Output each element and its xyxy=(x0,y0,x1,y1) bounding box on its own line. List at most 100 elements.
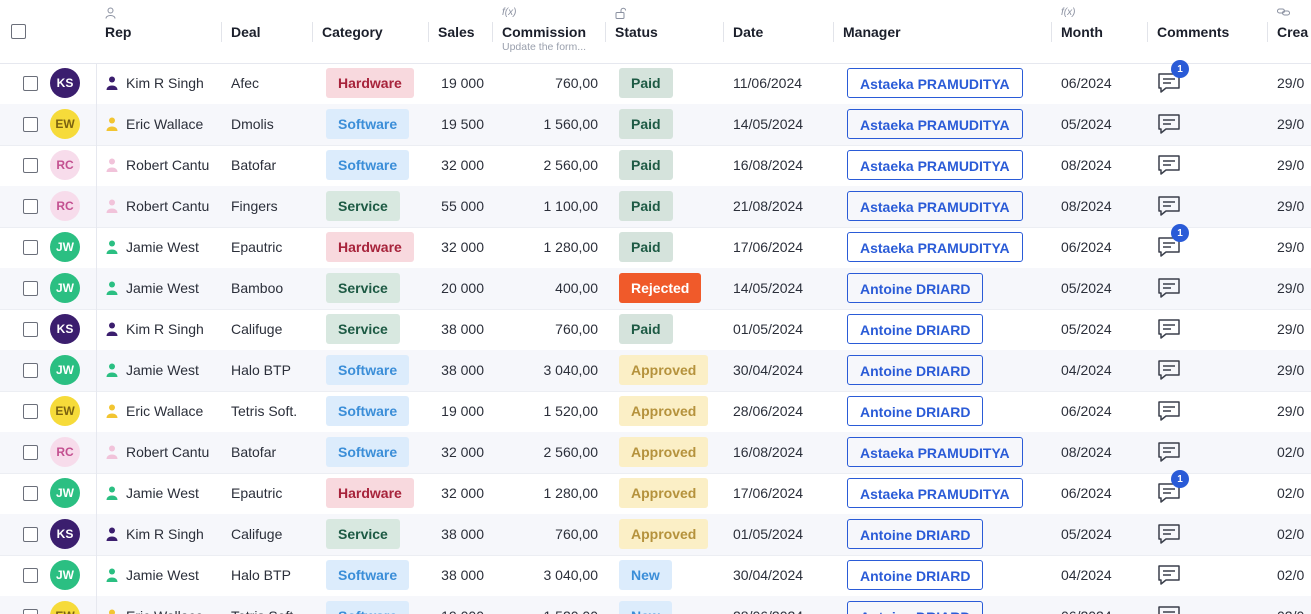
created-cell[interactable]: 02/0 xyxy=(1277,473,1311,513)
created-cell[interactable]: 29/0 xyxy=(1277,104,1311,144)
row-select-cell[interactable] xyxy=(23,227,43,267)
status-cell[interactable]: Paid xyxy=(619,104,719,144)
comments-cell[interactable] xyxy=(1157,391,1217,431)
select-all-checkbox[interactable] xyxy=(11,24,26,39)
status-cell[interactable]: Approved xyxy=(619,350,719,390)
month-cell[interactable]: 05/2024 xyxy=(1061,268,1141,308)
manager-chip[interactable]: Astaeka PRAMUDITYA xyxy=(847,232,1023,262)
category-cell[interactable]: Hardware xyxy=(326,473,426,513)
month-cell[interactable]: 06/2024 xyxy=(1061,596,1141,614)
comment-icon[interactable] xyxy=(1157,276,1181,300)
header-status[interactable]: Status xyxy=(615,0,715,63)
header-created[interactable]: Crea xyxy=(1277,0,1311,63)
table-row[interactable]: RC Robert Cantu Batofar Software 32 000 2 560… xyxy=(0,145,1311,187)
row-select-cell[interactable] xyxy=(23,473,43,513)
deal-cell[interactable]: Halo BTP xyxy=(231,555,316,595)
manager-chip[interactable]: Astaeka PRAMUDITYA xyxy=(847,191,1023,221)
row-checkbox[interactable] xyxy=(23,526,38,542)
rep-cell[interactable]: Robert Cantu xyxy=(106,186,221,226)
status-cell[interactable]: Approved xyxy=(619,514,719,554)
sales-cell[interactable]: 19 000 xyxy=(432,596,484,614)
row-select-cell[interactable] xyxy=(23,63,43,103)
manager-cell[interactable]: Antoine DRIARD xyxy=(847,596,1047,614)
manager-cell[interactable]: Astaeka PRAMUDITYA xyxy=(847,432,1047,472)
manager-cell[interactable]: Antoine DRIARD xyxy=(847,514,1047,554)
commission-cell[interactable]: 1 280,00 xyxy=(500,227,599,267)
comments-cell[interactable] xyxy=(1157,350,1217,390)
created-cell[interactable]: 29/0 xyxy=(1277,63,1311,103)
date-cell[interactable]: 17/06/2024 xyxy=(733,473,833,513)
sales-cell[interactable]: 32 000 xyxy=(432,432,484,472)
sales-cell[interactable]: 38 000 xyxy=(432,309,484,349)
sales-cell[interactable]: 19 000 xyxy=(432,63,484,103)
comment-icon[interactable] xyxy=(1157,399,1181,423)
status-cell[interactable]: Paid xyxy=(619,186,719,226)
status-cell[interactable]: Paid xyxy=(619,309,719,349)
date-cell[interactable]: 17/06/2024 xyxy=(733,227,833,267)
column-separator[interactable] xyxy=(723,22,724,42)
row-select-cell[interactable] xyxy=(23,391,43,431)
row-select-cell[interactable] xyxy=(23,145,43,185)
deal-cell[interactable]: Epautric xyxy=(231,227,316,267)
rep-cell[interactable]: Jamie West xyxy=(106,350,221,390)
created-cell[interactable]: 29/0 xyxy=(1277,350,1311,390)
deal-cell[interactable]: Tetris Soft. xyxy=(231,596,316,614)
created-cell[interactable]: 29/0 xyxy=(1277,268,1311,308)
created-cell[interactable]: 02/0 xyxy=(1277,432,1311,472)
commission-cell[interactable]: 760,00 xyxy=(500,514,598,554)
category-cell[interactable]: Software xyxy=(326,432,426,472)
table-row[interactable]: JW Jamie West Epautric Hardware 32 000 1 280,… xyxy=(0,224,1311,269)
manager-cell[interactable]: Antoine DRIARD xyxy=(847,391,1047,431)
comment-icon[interactable]: 1 xyxy=(1157,60,1189,95)
column-separator[interactable] xyxy=(492,22,493,42)
rep-cell[interactable]: Kim R Singh xyxy=(106,514,221,554)
date-cell[interactable]: 30/04/2024 xyxy=(733,350,833,390)
column-separator[interactable] xyxy=(1147,22,1148,42)
deal-cell[interactable]: Califuge xyxy=(231,309,316,349)
column-separator[interactable] xyxy=(312,22,313,42)
table-row[interactable]: EW Eric Wallace Dmolis Software 19 500 1 560,… xyxy=(0,104,1311,146)
comments-cell[interactable] xyxy=(1157,432,1217,472)
category-cell[interactable]: Service xyxy=(326,186,426,226)
row-checkbox[interactable] xyxy=(23,444,38,460)
header-deal[interactable]: Deal xyxy=(231,0,311,63)
month-cell[interactable]: 04/2024 xyxy=(1061,555,1141,595)
comments-cell[interactable] xyxy=(1157,145,1217,185)
deal-cell[interactable]: Batofar xyxy=(231,145,316,185)
comments-cell[interactable] xyxy=(1157,186,1217,226)
row-select-cell[interactable] xyxy=(23,104,43,144)
date-cell[interactable]: 01/05/2024 xyxy=(733,309,833,349)
rep-cell[interactable]: Eric Wallace xyxy=(106,391,221,431)
row-checkbox[interactable] xyxy=(23,321,38,337)
comment-icon[interactable]: 1 xyxy=(1157,224,1189,259)
row-checkbox[interactable] xyxy=(23,280,38,296)
sales-cell[interactable]: 20 000 xyxy=(432,268,484,308)
status-cell[interactable]: Rejected xyxy=(619,268,719,308)
table-row[interactable]: JW Jamie West Halo BTP Software 38 000 3 040,… xyxy=(0,350,1311,392)
row-checkbox[interactable] xyxy=(23,75,38,91)
comments-cell[interactable] xyxy=(1157,104,1217,144)
month-cell[interactable]: 08/2024 xyxy=(1061,186,1141,226)
category-cell[interactable]: Software xyxy=(326,555,426,595)
header-month[interactable]: f(x) Month xyxy=(1061,0,1141,63)
commission-cell[interactable]: 3 040,00 xyxy=(500,555,599,595)
rep-cell[interactable]: Kim R Singh xyxy=(106,309,221,349)
comment-icon[interactable] xyxy=(1157,604,1181,614)
date-cell[interactable]: 14/05/2024 xyxy=(733,268,833,308)
commission-cell[interactable]: 400,00 xyxy=(500,268,598,308)
manager-chip[interactable]: Antoine DRIARD xyxy=(847,314,984,344)
month-cell[interactable]: 08/2024 xyxy=(1061,432,1141,472)
sales-cell[interactable]: 38 000 xyxy=(432,350,484,390)
commission-cell[interactable]: 1 520,00 xyxy=(500,596,599,614)
commission-cell[interactable]: 1 520,00 xyxy=(500,391,599,431)
category-cell[interactable]: Service xyxy=(326,514,426,554)
status-cell[interactable]: Approved xyxy=(619,391,719,431)
sales-cell[interactable]: 32 000 xyxy=(432,473,484,513)
month-cell[interactable]: 06/2024 xyxy=(1061,227,1141,267)
comment-icon[interactable] xyxy=(1157,358,1181,382)
comment-icon[interactable] xyxy=(1157,440,1181,464)
comments-cell[interactable] xyxy=(1157,268,1217,308)
date-cell[interactable]: 14/05/2024 xyxy=(733,104,833,144)
manager-chip[interactable]: Astaeka PRAMUDITYA xyxy=(847,437,1023,467)
header-category[interactable]: Category xyxy=(322,0,422,63)
